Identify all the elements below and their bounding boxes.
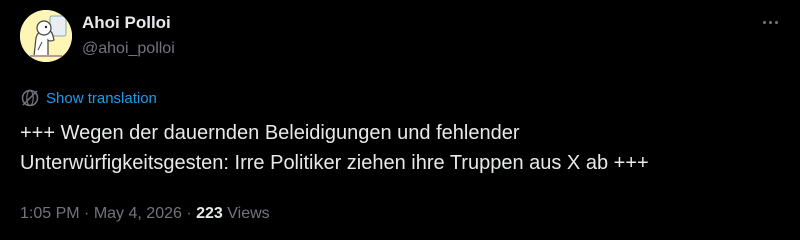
views-label: Views [227,205,270,222]
user-handle[interactable]: @ahoi_polloi [82,41,175,57]
more-dot [774,20,778,24]
meta-separator: · [186,205,192,222]
more-options-icon[interactable] [758,12,782,32]
show-translation-label[interactable]: Show translation [46,90,157,107]
tweet-header: Ahoi Polloi @ahoi_polloi [82,12,175,57]
more-dot [768,20,772,24]
more-dot [762,20,766,24]
meta-separator: · [84,205,90,222]
tweet-card: Ahoi Polloi @ahoi_polloi Show translatio… [0,0,800,240]
tweet-text: +++ Wegen der dauernden Beleidigungen un… [20,122,649,174]
show-translation-button[interactable]: Show translation [20,88,157,108]
avatar[interactable] [20,10,72,62]
tweet-time[interactable]: 1:05 PM [20,205,80,222]
cartoon-avatar-icon [20,10,72,62]
tweet-date[interactable]: May 4, 2026 [94,205,182,222]
display-name[interactable]: Ahoi Polloi [82,14,175,31]
tweet-meta: 1:05 PM · May 4, 2026 · 223 Views [20,205,270,223]
globe-translate-icon [21,89,39,107]
views-count[interactable]: 223 [196,205,223,222]
